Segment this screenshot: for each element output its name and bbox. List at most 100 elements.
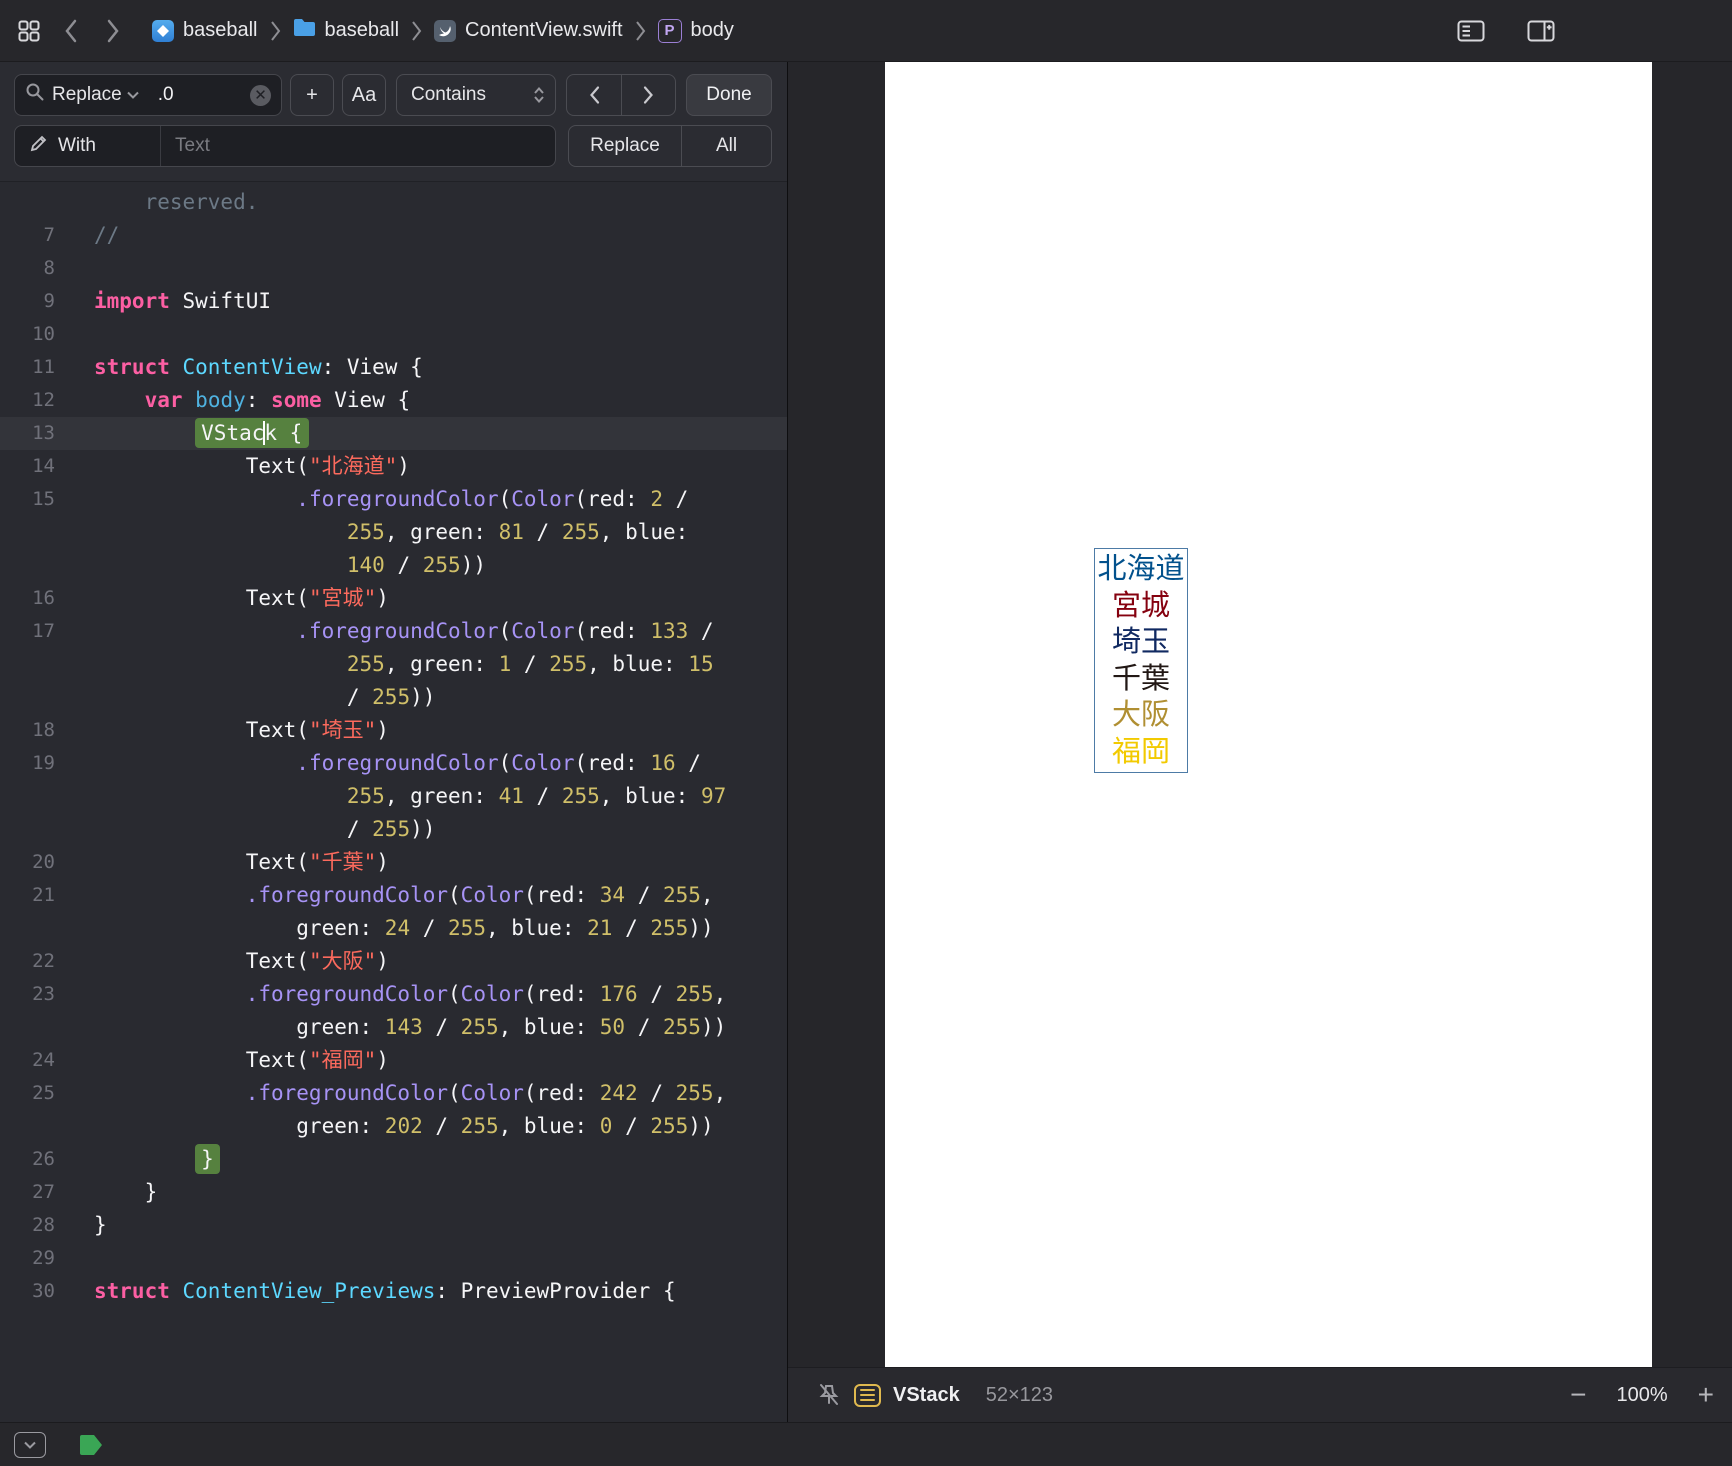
- preview-text[interactable]: 埼玉: [1095, 624, 1187, 661]
- code-line[interactable]: 25 .foregroundColor(Color(red: 242 / 255…: [0, 1077, 787, 1110]
- preview-text[interactable]: 福岡: [1095, 734, 1187, 771]
- done-button[interactable]: Done: [686, 74, 772, 116]
- code-line[interactable]: 255, green: 1 / 255, blue: 15: [0, 648, 787, 681]
- code-line[interactable]: reserved.: [0, 186, 787, 219]
- match-type-dropdown[interactable]: Contains: [396, 74, 556, 116]
- editor-options-icon[interactable]: [1454, 14, 1488, 48]
- search-field[interactable]: Replace .0 ✕: [14, 74, 282, 116]
- next-match-button[interactable]: [621, 75, 675, 115]
- line-number: 9: [43, 290, 55, 312]
- code-line[interactable]: green: 24 / 255, blue: 21 / 255)): [0, 912, 787, 945]
- line-number: 15: [32, 488, 55, 510]
- code-line[interactable]: 8: [0, 252, 787, 285]
- code-line[interactable]: 12 var body: some View {: [0, 384, 787, 417]
- code-line[interactable]: 11 struct ContentView: View {: [0, 351, 787, 384]
- breadcrumb-group[interactable]: baseball: [293, 18, 399, 43]
- preview-text[interactable]: 北海道: [1095, 551, 1187, 588]
- hide-debug-area-icon[interactable]: [14, 1431, 46, 1458]
- code-line[interactable]: 16 Text("宮城"): [0, 582, 787, 615]
- preview-vstack[interactable]: 北海道 宮城 埼玉 千葉 大阪 福岡: [1094, 548, 1188, 773]
- clear-search-icon[interactable]: ✕: [250, 84, 271, 106]
- code-line[interactable]: 28}: [0, 1209, 787, 1242]
- search-mode-dropdown[interactable]: Replace: [52, 84, 139, 106]
- code-line[interactable]: 255, green: 81 / 255, blue:: [0, 516, 787, 549]
- breadcrumb-file-label: ContentView.swift: [465, 19, 623, 41]
- match-case-button[interactable]: Aa: [342, 74, 386, 116]
- code-line[interactable]: green: 143 / 255, blue: 50 / 255)): [0, 1011, 787, 1044]
- match-type-label: Contains: [411, 84, 486, 105]
- code-line[interactable]: 21 .foregroundColor(Color(red: 34 / 255,: [0, 879, 787, 912]
- vstack-badge-icon[interactable]: [854, 1383, 881, 1407]
- code-line[interactable]: 30 struct ContentView_Previews: PreviewPr…: [0, 1275, 787, 1308]
- app-icon: [152, 19, 174, 42]
- breadcrumb-project[interactable]: baseball: [152, 19, 258, 42]
- line-number: 24: [32, 1049, 55, 1071]
- code-line[interactable]: 23 .foregroundColor(Color(red: 176 / 255…: [0, 978, 787, 1011]
- previous-match-button[interactable]: [567, 75, 621, 115]
- add-editor-icon[interactable]: [1524, 14, 1558, 48]
- zoom-out-button[interactable]: −: [1570, 1381, 1586, 1409]
- code-line[interactable]: 14 Text("北海道"): [0, 450, 787, 483]
- jump-bar: baseball baseball ContentView.swift P bo…: [0, 0, 1732, 62]
- zoom-level[interactable]: 100%: [1616, 1384, 1667, 1407]
- chevron-right-icon: [270, 20, 281, 42]
- code-line[interactable]: 15 .foregroundColor(Color(red: 2 /: [0, 483, 787, 516]
- preview-artboard[interactable]: 北海道 宮城 埼玉 千葉 大阪 福岡: [885, 62, 1652, 1367]
- code-line[interactable]: 9 import SwiftUI: [0, 285, 787, 318]
- code-line[interactable]: 22 Text("大阪"): [0, 945, 787, 978]
- code-line[interactable]: 13 VStack {: [0, 417, 787, 450]
- breakpoints-toggle-icon[interactable]: [76, 1434, 104, 1456]
- forward-button[interactable]: [96, 14, 130, 48]
- replace-all-button[interactable]: All: [681, 126, 771, 166]
- code-line[interactable]: 17 .foregroundColor(Color(red: 133 /: [0, 615, 787, 648]
- code-editor[interactable]: reserved. 7// 8 9 import SwiftUI 10 11 struct C…: [0, 182, 787, 1422]
- line-number: [0, 780, 70, 813]
- related-items-icon[interactable]: [12, 14, 46, 48]
- zoom-in-button[interactable]: +: [1698, 1381, 1714, 1409]
- line-number: 10: [32, 323, 55, 345]
- replace-field[interactable]: With Text: [14, 125, 556, 167]
- replace-input[interactable]: Text: [161, 135, 210, 157]
- preview-text[interactable]: 千葉: [1095, 661, 1187, 698]
- preview-text[interactable]: 大阪: [1095, 697, 1187, 734]
- code-line[interactable]: 255, green: 41 / 255, blue: 97: [0, 780, 787, 813]
- line-number: 29: [32, 1247, 55, 1269]
- preview-text[interactable]: 宮城: [1095, 588, 1187, 625]
- with-segment: With: [15, 126, 161, 166]
- chevron-down-icon: [24, 1441, 36, 1449]
- replace-button[interactable]: Replace: [569, 126, 681, 166]
- chevron-up-down-icon: [534, 86, 544, 104]
- code-line[interactable]: 29: [0, 1242, 787, 1275]
- line-number: 23: [32, 983, 55, 1005]
- chevron-right-icon: [411, 20, 422, 42]
- add-pattern-button[interactable]: +: [290, 74, 334, 116]
- canvas-bottom-bar: VStack 52×123 − 100% +: [788, 1367, 1732, 1422]
- code-line[interactable]: 24 Text("福岡"): [0, 1044, 787, 1077]
- code-line[interactable]: 27 }: [0, 1176, 787, 1209]
- pencil-icon: [29, 134, 48, 159]
- code-line[interactable]: 140 / 255)): [0, 549, 787, 582]
- code-line[interactable]: 7//: [0, 219, 787, 252]
- selected-view-size: 52×123: [985, 1383, 1054, 1406]
- breadcrumb-symbol[interactable]: P body: [657, 18, 734, 43]
- line-number: 17: [32, 620, 55, 642]
- back-button[interactable]: [54, 14, 88, 48]
- search-input[interactable]: .0: [146, 84, 243, 106]
- code-line[interactable]: 10: [0, 318, 787, 351]
- code-line[interactable]: / 255)): [0, 681, 787, 714]
- line-number: [0, 1011, 70, 1044]
- breadcrumb: baseball baseball ContentView.swift P bo…: [152, 18, 734, 43]
- code-line[interactable]: / 255)): [0, 813, 787, 846]
- line-number: [0, 681, 70, 714]
- code-line[interactable]: green: 202 / 255, blue: 0 / 255)): [0, 1110, 787, 1143]
- code-line[interactable]: 20 Text("千葉"): [0, 846, 787, 879]
- breadcrumb-symbol-label: body: [690, 19, 734, 41]
- line-number: 14: [32, 455, 55, 477]
- code-line[interactable]: 19 .foregroundColor(Color(red: 16 /: [0, 747, 787, 780]
- code-line[interactable]: 18 Text("埼玉"): [0, 714, 787, 747]
- breadcrumb-file[interactable]: ContentView.swift: [434, 19, 623, 42]
- line-number: [0, 912, 70, 945]
- find-nav-group: [566, 74, 676, 116]
- code-line[interactable]: 26 }: [0, 1143, 787, 1176]
- pin-preview-icon[interactable]: [814, 1383, 844, 1407]
